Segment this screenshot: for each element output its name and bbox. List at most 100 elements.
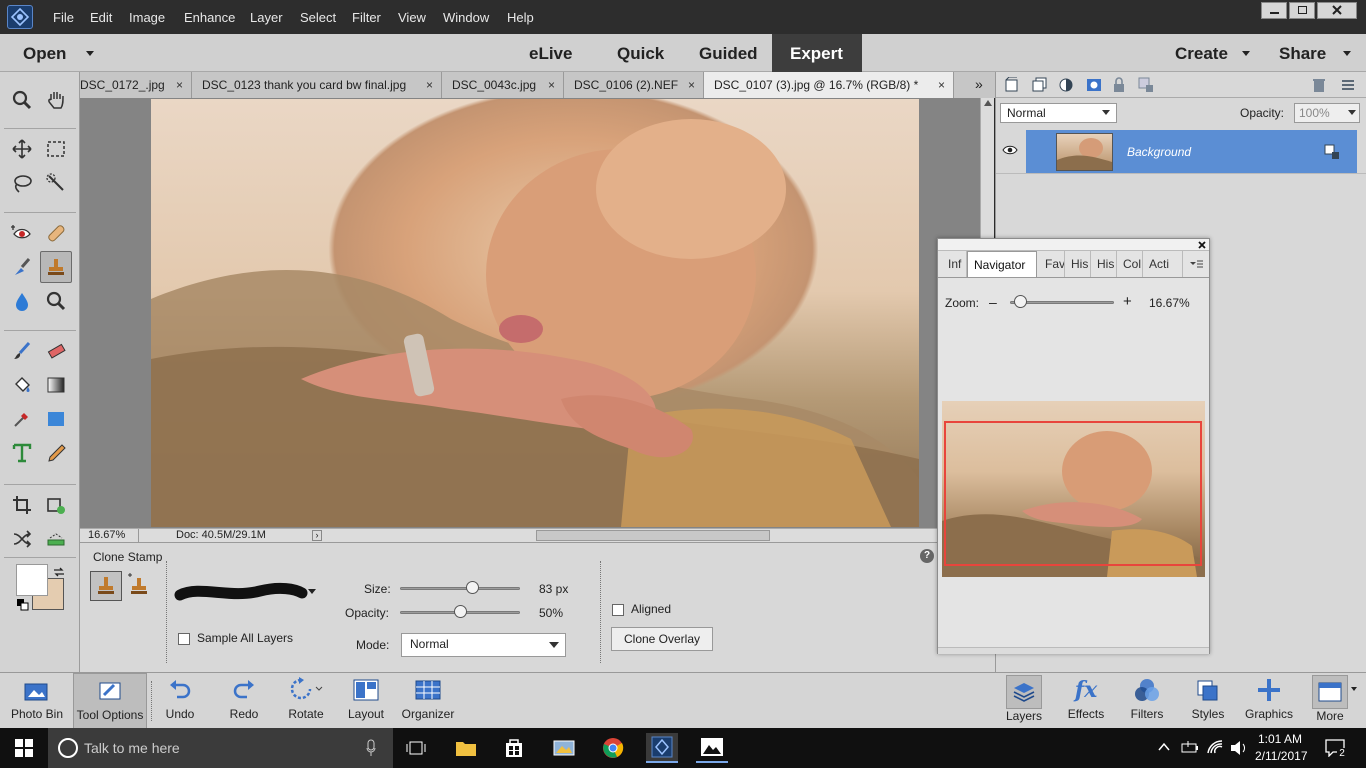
help-icon[interactable]: ? [920,549,934,563]
opacity-value[interactable]: 50% [539,606,563,620]
taskbar-date[interactable]: 2/11/2017 [1255,749,1308,763]
size-slider[interactable] [400,587,520,590]
tab-histogram[interactable]: His [1091,251,1117,277]
share-dropdown-icon[interactable] [1343,51,1351,56]
panel-menu-icon[interactable] [1340,77,1356,93]
doc-tab-2[interactable]: DSC_0123 thank you card bw final.jpg × [192,72,442,98]
sample-all-layers-checkbox[interactable] [178,633,190,645]
horizontal-scroll-thumb[interactable] [536,530,770,541]
foreground-color-swatch[interactable] [16,564,48,596]
straighten-tool-icon[interactable] [40,523,72,555]
chrome-icon[interactable] [597,733,629,763]
menu-image[interactable]: Image [129,10,165,25]
menu-help[interactable]: Help [507,10,534,25]
tab-history[interactable]: His [1065,251,1091,277]
clone-overlay-button[interactable]: Clone Overlay [611,627,713,651]
spot-healing-tool-icon[interactable] [40,217,72,249]
zoom-slider-knob[interactable] [1014,295,1028,308]
zoom-readout[interactable]: 16.67% [88,529,125,541]
battery-icon[interactable] [1181,740,1199,754]
close-tab-icon[interactable]: × [176,78,183,92]
more-dropdown-icon[interactable] [1351,687,1357,691]
close-tab-icon[interactable]: × [548,78,555,92]
navigator-preview[interactable] [942,401,1205,577]
new-group-icon[interactable] [1032,77,1048,93]
brush-dropdown-icon[interactable] [308,589,316,594]
close-tab-icon[interactable]: × [938,78,945,92]
redo-button[interactable]: Redo [222,673,266,729]
microphone-icon[interactable] [366,739,376,757]
menu-edit[interactable]: Edit [90,10,112,25]
taskbar-time[interactable]: 1:01 AM [1258,732,1302,746]
default-colors-icon[interactable] [16,598,30,612]
show-hidden-icons[interactable] [1158,742,1170,752]
tab-quick[interactable]: Quick [617,44,664,64]
zoom-out-button[interactable]: – [989,294,997,310]
smart-brush-tool-icon[interactable] [6,251,38,283]
more-button[interactable]: More [1310,673,1350,729]
navigator-resize-grip[interactable] [938,647,1209,654]
navigator-titlebar[interactable] [938,239,1209,251]
effects-button[interactable]: fx Effects [1063,673,1109,729]
layer-opacity-field[interactable]: 100% [1294,103,1360,123]
restore-button[interactable] [1289,2,1315,19]
store-icon[interactable] [498,733,530,763]
lock-transparent-icon[interactable] [1138,77,1154,93]
recompose-tool-icon[interactable] [40,489,72,521]
eraser-tool-icon[interactable] [40,335,72,367]
zoom-tool-icon[interactable] [6,84,38,116]
close-tab-icon[interactable]: × [688,78,695,92]
visibility-eye-icon[interactable] [1002,144,1018,156]
close-window-button[interactable] [1317,2,1357,19]
tab-favorites[interactable]: Fav [1039,251,1065,277]
status-menu-icon[interactable]: › [312,530,322,541]
eyedropper-tool-icon[interactable] [6,403,38,435]
size-slider-knob[interactable] [466,581,479,594]
menu-layer[interactable]: Layer [250,10,283,25]
volume-icon[interactable] [1230,740,1248,756]
tab-guided[interactable]: Guided [699,44,758,64]
clone-stamp-option-icon[interactable] [90,571,122,601]
red-eye-tool-icon[interactable] [6,217,38,249]
tab-actions[interactable]: Acti [1143,251,1183,277]
clone-stamp-tool-icon[interactable] [40,251,72,283]
zoom-in-button[interactable]: + [1123,293,1132,310]
create-dropdown-icon[interactable] [1242,51,1250,56]
marquee-tool-icon[interactable] [40,133,72,165]
new-layer-icon[interactable] [1004,77,1020,93]
photo-editor-taskbar-icon[interactable] [696,733,728,763]
swap-colors-icon[interactable] [52,566,66,578]
move-tool-icon[interactable] [6,133,38,165]
tab-color[interactable]: Col [1117,251,1143,277]
opacity-slider-knob[interactable] [454,605,467,618]
tab-info[interactable]: Inf [942,251,967,277]
undo-button[interactable]: Undo [158,673,202,729]
tab-elive[interactable]: eLive [529,44,572,64]
graphics-button[interactable]: Graphics [1241,673,1297,729]
paint-bucket-tool-icon[interactable] [6,369,38,401]
menu-window[interactable]: Window [443,10,489,25]
lock-all-icon[interactable] [1112,77,1126,93]
organizer-button[interactable]: Organizer [398,673,458,729]
layer-row-background[interactable]: Background [996,130,1366,174]
styles-button[interactable]: Styles [1187,673,1229,729]
layout-button[interactable]: Layout [344,673,388,729]
blend-mode-select[interactable]: Normal [1000,103,1117,123]
minimize-button[interactable] [1261,2,1287,19]
pattern-stamp-option-icon[interactable] [126,573,152,599]
layer-name[interactable]: Background [1127,145,1191,159]
menu-enhance[interactable]: Enhance [184,10,235,25]
tab-overflow-button[interactable]: » [975,76,983,92]
layer-mask-icon[interactable] [1086,77,1102,93]
photos-app-icon[interactable] [548,733,580,763]
adjustment-layer-icon[interactable] [1058,77,1076,93]
close-tab-icon[interactable]: × [426,78,433,92]
brush-tool-icon[interactable] [6,335,38,367]
type-tool-icon[interactable] [6,437,38,469]
shape-tool-icon[interactable] [40,403,72,435]
delete-layer-icon[interactable] [1312,77,1326,93]
photoshop-elements-taskbar-icon[interactable] [646,733,678,763]
brush-preset-picker[interactable] [170,579,315,607]
gradient-tool-icon[interactable] [40,369,72,401]
close-panel-icon[interactable] [1197,240,1207,250]
